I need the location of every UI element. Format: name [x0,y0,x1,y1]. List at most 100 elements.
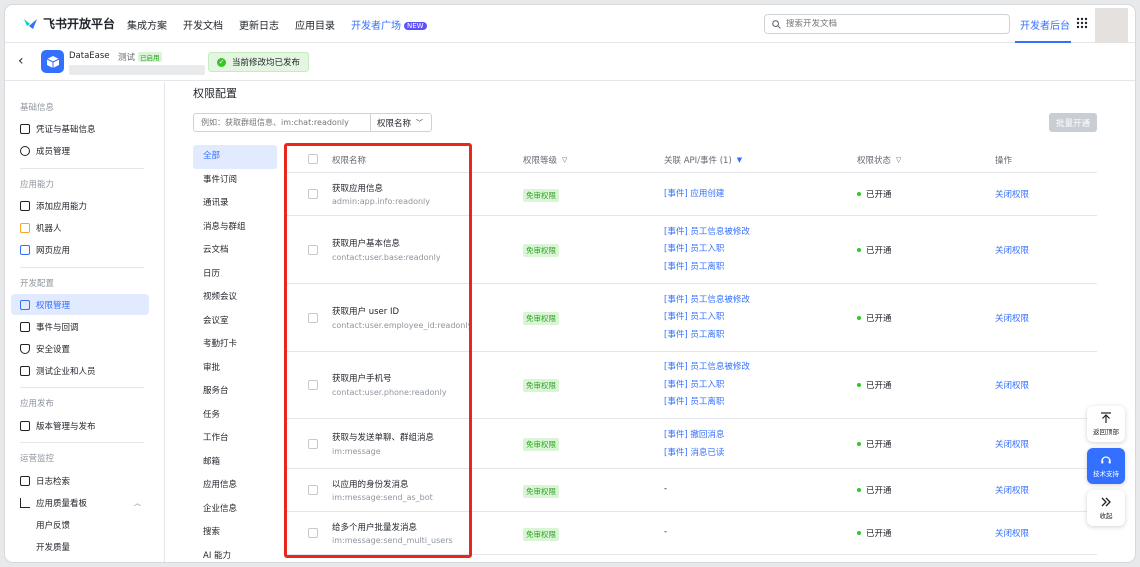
close-permission-link[interactable]: 关闭权限 [995,379,1029,391]
category-app-info[interactable]: 应用信息 [193,474,277,498]
api-link[interactable]: [事件] 应用创建 [664,187,724,199]
category-mail[interactable]: 邮箱 [193,451,277,475]
row-checkbox[interactable] [308,380,318,390]
api-link[interactable]: [事件] 员工入职 [664,378,724,390]
category-tasks[interactable]: 任务 [193,404,277,428]
tech-support-button[interactable]: 技术支持 [1087,448,1125,484]
category-contacts[interactable]: 通讯录 [193,192,277,216]
category-helpdesk[interactable]: 服务台 [193,380,277,404]
row-checkbox[interactable] [308,313,318,323]
category-all[interactable]: 全部 [193,145,277,169]
close-permission-link[interactable]: 关闭权限 [995,244,1029,256]
row-checkbox[interactable] [308,189,318,199]
env-status-badge: 已启用 [138,52,162,62]
filter-icon[interactable]: ▽ [562,156,567,164]
apps-grid-icon[interactable] [1076,17,1088,29]
doc-search-input[interactable] [786,19,986,29]
robot-icon [20,222,30,233]
brand-logo[interactable]: 飞书开放平台 [21,15,115,32]
category-events[interactable]: 事件订阅 [193,169,277,193]
category-video-meeting[interactable]: 视频会议 [193,286,277,310]
category-search[interactable]: 搜索 [193,521,277,545]
chevron-up-icon[interactable]: ︿ [134,498,141,508]
category-tenant-info[interactable]: 企业信息 [193,498,277,522]
close-permission-link[interactable]: 关闭权限 [995,484,1029,496]
api-link[interactable]: [事件] 员工离职 [664,328,724,340]
header-label: 权限状态 [857,156,892,166]
sidebar-item-add-capability[interactable]: 添加应用能力 [11,195,149,216]
sidebar-item-permissions[interactable]: 权限管理 [11,294,149,315]
select-all-checkbox[interactable] [308,154,318,164]
close-permission-link[interactable]: 关闭权限 [995,527,1029,539]
api-link[interactable]: [事件] 撤回消息 [664,428,724,440]
close-permission-link[interactable]: 关闭权限 [995,438,1029,450]
api-link[interactable]: [事件] 员工信息被修改 [664,225,750,237]
api-link[interactable]: [事件] 员工离职 [664,395,724,407]
doc-search-box[interactable] [764,14,1010,34]
permission-icon [20,299,30,310]
dev-backend-link[interactable]: 开发者后台 [1020,17,1070,32]
table-row: 给多个用户批量发消息 im:message:send_multi_users 免… [285,512,1097,555]
table-row: 获取用户 user ID contact:user.employee_id:re… [285,284,1097,352]
filter-icon[interactable]: ▽ [896,156,901,164]
permission-name: 获取应用信息 [332,184,384,194]
sidebar-section-dev-config: 开发配置 [20,279,55,289]
category-ai[interactable]: AI 能力 [193,545,277,563]
api-link[interactable]: [事件] 员工入职 [664,242,724,254]
header-permission-status[interactable]: 权限状态 ▽ [857,154,901,166]
row-checkbox[interactable] [308,485,318,495]
category-messages[interactable]: 消息与群组 [193,216,277,240]
arrow-up-icon [1101,412,1111,423]
sidebar-item-credentials[interactable]: 凭证与基础信息 [11,118,149,139]
category-calendar[interactable]: 日历 [193,263,277,287]
permission-name: 以应用的身份发消息 [332,480,409,490]
sidebar-item-members[interactable]: 成员管理 [11,140,149,161]
api-link[interactable]: [事件] 消息已读 [664,446,724,458]
row-checkbox[interactable] [308,245,318,255]
sidebar-item-web-app[interactable]: 网页应用 [11,239,149,260]
permission-filter-input[interactable] [201,118,369,127]
category-docs[interactable]: 云文档 [193,239,277,263]
row-checkbox[interactable] [308,439,318,449]
filter-icon[interactable]: ▼ [737,156,742,164]
category-workplace[interactable]: 工作台 [193,427,277,451]
level-badge: 免审权限 [523,189,559,202]
status-text: 已开通 [866,190,892,200]
nav-link-solutions[interactable]: 集成方案 [127,17,167,32]
api-link[interactable]: [事件] 员工信息被修改 [664,360,750,372]
sidebar-item-test-tenants[interactable]: 测试企业和人员 [11,360,149,381]
status-text: 已开通 [866,246,892,256]
sidebar-item-quality-board[interactable]: 应用质量看板 ︿ [11,492,149,513]
filter-field-select[interactable]: 权限名称 ﹀ [370,113,432,132]
category-meeting-room[interactable]: 会议室 [193,310,277,334]
nav-link-dev-plaza[interactable]: 开发者广场 NEW [351,17,427,32]
nav-link-app-directory[interactable]: 应用目录 [295,17,335,32]
collapse-button[interactable]: 收起 [1087,490,1125,526]
api-link[interactable]: [事件] 员工离职 [664,260,724,272]
row-checkbox[interactable] [308,528,318,538]
back-to-top-button[interactable]: 返回顶部 [1087,406,1125,442]
publish-status-text: 当前修改均已发布 [232,58,301,68]
api-link[interactable]: [事件] 员工信息被修改 [664,293,750,305]
batch-enable-button[interactable]: 批量开通 [1049,113,1097,132]
category-attendance[interactable]: 考勤打卡 [193,333,277,357]
sidebar-item-log-search[interactable]: 日志检索 [11,470,149,491]
close-permission-link[interactable]: 关闭权限 [995,312,1029,324]
back-arrow-icon[interactable]: ‹ [18,53,24,69]
api-link[interactable]: [事件] 员工入职 [664,310,724,322]
sidebar-item-user-feedback[interactable]: 用户反馈 [11,514,149,535]
sidebar-item-events[interactable]: 事件与回调 [11,316,149,337]
nav-link-docs[interactable]: 开发文档 [183,17,223,32]
header-permission-level[interactable]: 权限等级 ▽ [523,154,567,166]
close-permission-link[interactable]: 关闭权限 [995,188,1029,200]
sidebar-item-versions[interactable]: 版本管理与发布 [11,415,149,436]
nav-link-changelog[interactable]: 更新日志 [239,17,279,32]
permission-filter-box[interactable] [193,113,371,132]
sidebar-item-security[interactable]: 安全设置 [11,338,149,359]
sidebar-item-dev-quality[interactable]: 开发质量 [11,536,149,557]
avatar[interactable] [1095,8,1128,43]
sidebar-item-bot[interactable]: 机器人 [11,217,149,238]
header-related-api[interactable]: 关联 API/事件 (1) ▼ [664,154,742,166]
category-approval[interactable]: 审批 [193,357,277,381]
chevron-down-icon: ﹀ [416,118,424,127]
